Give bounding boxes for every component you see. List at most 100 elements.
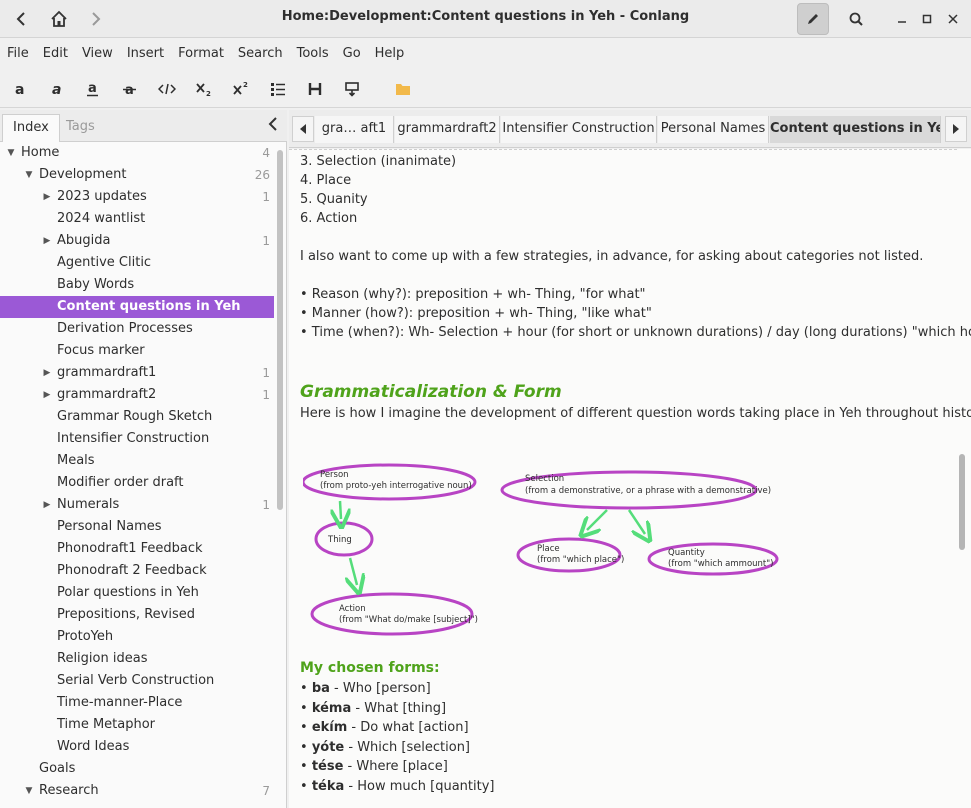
format-toolbar: a a a a 2 2: [0, 70, 971, 108]
heading-icon[interactable]: [302, 76, 328, 102]
page-tab-grammardraft2[interactable]: grammardraft2: [395, 116, 500, 143]
tree-item[interactable]: Focus marker: [0, 340, 274, 362]
form-word: tése: [311, 759, 344, 775]
expander-right-icon[interactable]: ▶: [40, 384, 54, 406]
tree-item[interactable]: Time-manner-Place: [0, 692, 274, 714]
tree-item[interactable]: Religion ideas: [0, 648, 274, 670]
tree-item[interactable]: Prepositions, Revised: [0, 604, 274, 626]
forward-icon[interactable]: [79, 3, 111, 35]
expander-right-icon[interactable]: ▶: [40, 494, 54, 516]
tree-item[interactable]: Baby Words: [0, 274, 274, 296]
tree-item[interactable]: ▶ grammardraft2 1: [0, 384, 274, 406]
tree-item[interactable]: Grammar Rough Sketch: [0, 406, 274, 428]
tree-item-count: 26: [254, 168, 270, 182]
sidebar-scrollbar[interactable]: [277, 150, 283, 510]
bullet-list-icon[interactable]: [265, 76, 291, 102]
collapse-sidebar-icon[interactable]: [267, 116, 279, 136]
expander-down-icon[interactable]: ▼: [4, 142, 18, 164]
italic-icon[interactable]: a: [44, 76, 70, 102]
tree-item[interactable]: Agentive Clitic: [0, 252, 274, 274]
tree-item-label: Goals: [39, 761, 76, 776]
tree-item[interactable]: Meals: [0, 450, 274, 472]
tree-item[interactable]: ▶ grammardraft1 1: [0, 362, 274, 384]
expander-down-icon[interactable]: ▼: [22, 164, 36, 186]
tree-item-label: Modifier order draft: [57, 475, 184, 490]
tree-item[interactable]: ▼ Home 4: [0, 142, 274, 164]
tree-item[interactable]: Derivation Processes: [0, 318, 274, 340]
tree-item[interactable]: Word Ideas: [0, 736, 274, 758]
tree-item-label: Personal Names: [57, 519, 162, 534]
home-icon[interactable]: [43, 3, 75, 35]
strikethrough-icon[interactable]: a: [117, 76, 143, 102]
tab-index[interactable]: Index: [2, 114, 60, 142]
menu-format[interactable]: Format: [171, 39, 231, 69]
form-word: yóte: [311, 739, 345, 755]
tree-item[interactable]: ▶ Numerals 1: [0, 494, 274, 516]
form-bullet: •: [300, 759, 312, 775]
tree-item[interactable]: Polar questions in Yeh: [0, 582, 274, 604]
tree-item[interactable]: ▶ Abugida 1: [0, 230, 274, 252]
tabs-scroll-right-icon[interactable]: [945, 116, 967, 142]
menu-search[interactable]: Search: [231, 39, 290, 69]
tree-item[interactable]: Content questions in Yeh: [0, 296, 274, 318]
tree-item-label: Polar questions in Yeh: [57, 585, 199, 600]
tree-item[interactable]: ▶ 2023 updates 1: [0, 186, 274, 208]
tree-item[interactable]: ▼ Development 26: [0, 164, 274, 186]
menu-help[interactable]: Help: [368, 39, 412, 69]
tree-item-count: 7: [262, 784, 270, 798]
expander-right-icon[interactable]: ▶: [40, 230, 54, 252]
tree-item[interactable]: ProtoYeh: [0, 626, 274, 648]
action-sublabel: (from "What do/make [subject]"): [339, 615, 478, 625]
back-icon[interactable]: [6, 3, 38, 35]
search-icon[interactable]: [840, 3, 872, 35]
tree-item[interactable]: Phonodraft 2 Feedback: [0, 560, 274, 582]
form-bullet: •: [300, 681, 312, 696]
code-icon[interactable]: [154, 76, 180, 102]
menu-view[interactable]: View: [75, 39, 120, 69]
tree-item[interactable]: Serial Verb Construction: [0, 670, 274, 692]
form-word: ba: [311, 681, 330, 696]
menu-file[interactable]: File: [0, 39, 36, 69]
tree-item[interactable]: Personal Names: [0, 516, 274, 538]
svg-text:a: a: [15, 82, 24, 97]
form-item: • ba - Who [person]: [300, 681, 431, 696]
page-tab-content-questions[interactable]: Content questions in Yeh: [770, 116, 941, 143]
editor-scrollbar[interactable]: [959, 454, 965, 550]
page-tab-intensifier-construction[interactable]: Intensifier Construction: [501, 116, 657, 143]
tree-item-label: Baby Words: [57, 277, 135, 292]
superscript-icon[interactable]: 2: [228, 76, 254, 102]
insert-field-icon[interactable]: [339, 76, 365, 102]
tree-item[interactable]: Goals: [0, 758, 274, 780]
tree-item[interactable]: Modifier order draft: [0, 472, 274, 494]
page-editor[interactable]: 3. Selection (inanimate) 4. Place 5. Qua…: [289, 149, 971, 808]
tab-tags[interactable]: Tags: [56, 114, 105, 142]
menu-insert[interactable]: Insert: [120, 39, 171, 69]
tree-item[interactable]: ▼ Research 7: [0, 780, 274, 802]
tree-item[interactable]: 2024 wantlist: [0, 208, 274, 230]
tree-item[interactable]: Intensifier Construction: [0, 428, 274, 450]
underline-icon[interactable]: a: [80, 76, 106, 102]
menu-edit[interactable]: Edit: [36, 39, 75, 69]
maximize-icon[interactable]: [916, 8, 938, 30]
heading-intro: Here is how I imagine the development of…: [300, 406, 971, 421]
page-tab-grammardraft1[interactable]: gra… aft1: [315, 116, 394, 143]
close-icon[interactable]: [942, 8, 964, 30]
page-tab-personal-names[interactable]: Personal Names: [658, 116, 769, 143]
expander-right-icon[interactable]: ▶: [40, 362, 54, 384]
minimize-icon[interactable]: [891, 8, 913, 30]
subscript-icon[interactable]: 2: [191, 76, 217, 102]
bold-icon[interactable]: a: [7, 76, 33, 102]
selection-sublabel: (from a demonstrative, or a phrase with …: [525, 486, 771, 496]
expander-down-icon[interactable]: ▼: [22, 780, 36, 802]
edit-pencil-icon[interactable]: [797, 3, 829, 35]
tabs-scroll-left-icon[interactable]: [292, 116, 314, 142]
editor-top-border: [289, 149, 957, 151]
tree-item-count: 1: [262, 234, 270, 248]
folder-icon[interactable]: [390, 76, 416, 102]
menu-tools[interactable]: Tools: [290, 39, 336, 69]
menu-go[interactable]: Go: [336, 39, 368, 69]
expander-right-icon[interactable]: ▶: [40, 186, 54, 208]
tree-item[interactable]: Time Metaphor: [0, 714, 274, 736]
list-item: 4. Place: [300, 173, 352, 188]
tree-item[interactable]: Phonodraft1 Feedback: [0, 538, 274, 560]
